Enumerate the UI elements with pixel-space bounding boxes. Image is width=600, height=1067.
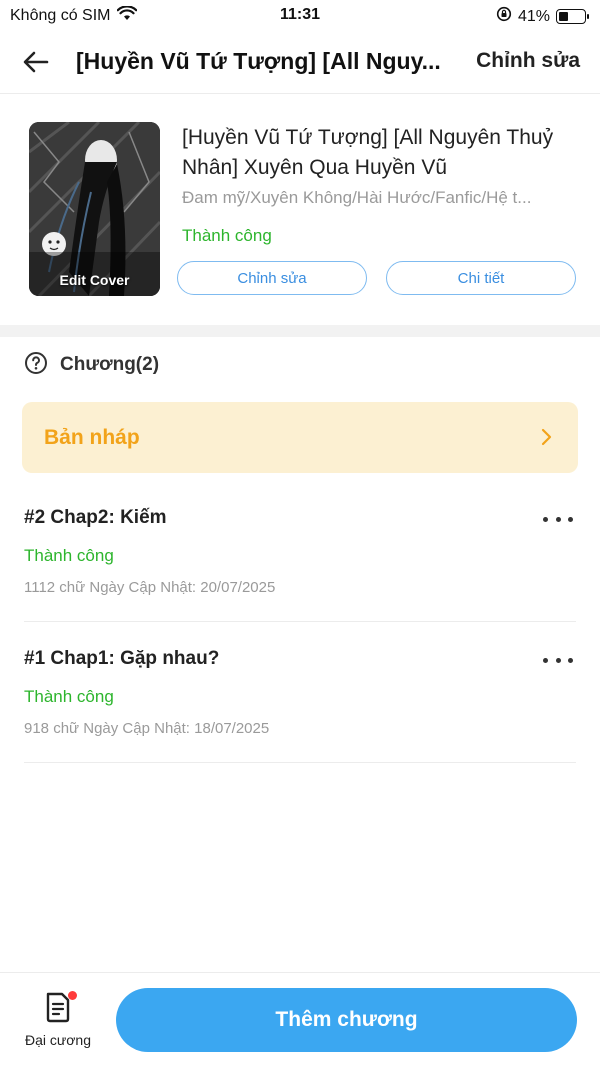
page-title: [Huyền Vũ Tứ Tượng] [All Nguy... xyxy=(76,48,441,74)
more-options-icon[interactable] xyxy=(540,509,576,529)
battery-icon xyxy=(556,9,589,24)
more-dot xyxy=(555,516,561,522)
more-options-icon[interactable] xyxy=(540,650,576,670)
chapter-title: #1 Chap1: Gặp nhau? xyxy=(24,648,220,669)
chapter-status: Thành công xyxy=(24,546,114,565)
arrow-left-icon xyxy=(23,51,49,78)
book-title: [Huyền Vũ Tứ Tượng] [All Nguyên Thuỷ Nhâ… xyxy=(182,126,554,179)
notification-dot xyxy=(68,991,77,1000)
battery-level xyxy=(559,12,569,21)
chapter-meta: 918 chữ Ngày Cập Nhật: 18/07/2025 xyxy=(24,720,270,737)
chapter-title: #2 Chap2: Kiếm xyxy=(24,507,167,528)
back-button[interactable] xyxy=(18,46,54,82)
book-cover[interactable]: Edit Cover xyxy=(29,122,160,296)
question-circle-icon[interactable] xyxy=(24,351,48,380)
nav-bar: [Huyền Vũ Tứ Tượng] [All Nguy... Chỉnh s… xyxy=(0,34,600,94)
chevron-right-icon xyxy=(534,425,558,449)
status-right: 41% xyxy=(496,6,589,27)
edit-book-button[interactable]: Chỉnh sửa xyxy=(177,261,367,295)
cover-artwork xyxy=(29,122,160,296)
chapter-status: Thành công xyxy=(24,687,114,706)
draft-label: Bản nháp xyxy=(44,426,140,449)
book-detail-button[interactable]: Chi tiết xyxy=(386,261,576,295)
battery-percent: 41% xyxy=(517,7,550,25)
book-genres: Đam mỹ/Xuyên Không/Hài Hước/Fanfic/Hệ t.… xyxy=(182,188,532,207)
outline-button[interactable]: Đại cương xyxy=(18,991,98,1051)
more-dot xyxy=(543,516,548,522)
outline-label: Đại cương xyxy=(24,1032,92,1048)
add-chapter-button[interactable]: Thêm chương xyxy=(116,988,577,1052)
orientation-lock-icon xyxy=(496,6,512,27)
more-dot xyxy=(555,657,561,663)
status-bar: Không có SIM 11:31 41% xyxy=(0,0,600,32)
chapter-item[interactable]: #2 Chap2: Kiếm Thành công 1112 chữ Ngày … xyxy=(24,481,576,622)
book-status: Thành công xyxy=(182,226,272,245)
book-info: Edit Cover [Huyền Vũ Tứ Tượng] [All Nguy… xyxy=(0,95,600,325)
chapter-item[interactable]: #1 Chap1: Gặp nhau? Thành công 918 chữ N… xyxy=(24,622,576,763)
section-divider xyxy=(0,325,600,337)
chapter-meta: 1112 chữ Ngày Cập Nhật: 20/07/2025 xyxy=(24,579,276,596)
more-dot xyxy=(568,516,573,522)
chapters-header: Chương(2) xyxy=(24,350,159,380)
nav-edit-button[interactable]: Chỉnh sửa xyxy=(476,49,580,73)
chapters-count-label: Chương(2) xyxy=(60,354,160,375)
draft-row[interactable]: Bản nháp xyxy=(22,402,578,473)
edit-cover-label[interactable]: Edit Cover xyxy=(29,272,160,288)
bottom-bar: Đại cương Thêm chương xyxy=(0,972,600,1067)
more-dot xyxy=(568,657,573,663)
more-dot xyxy=(543,657,548,663)
